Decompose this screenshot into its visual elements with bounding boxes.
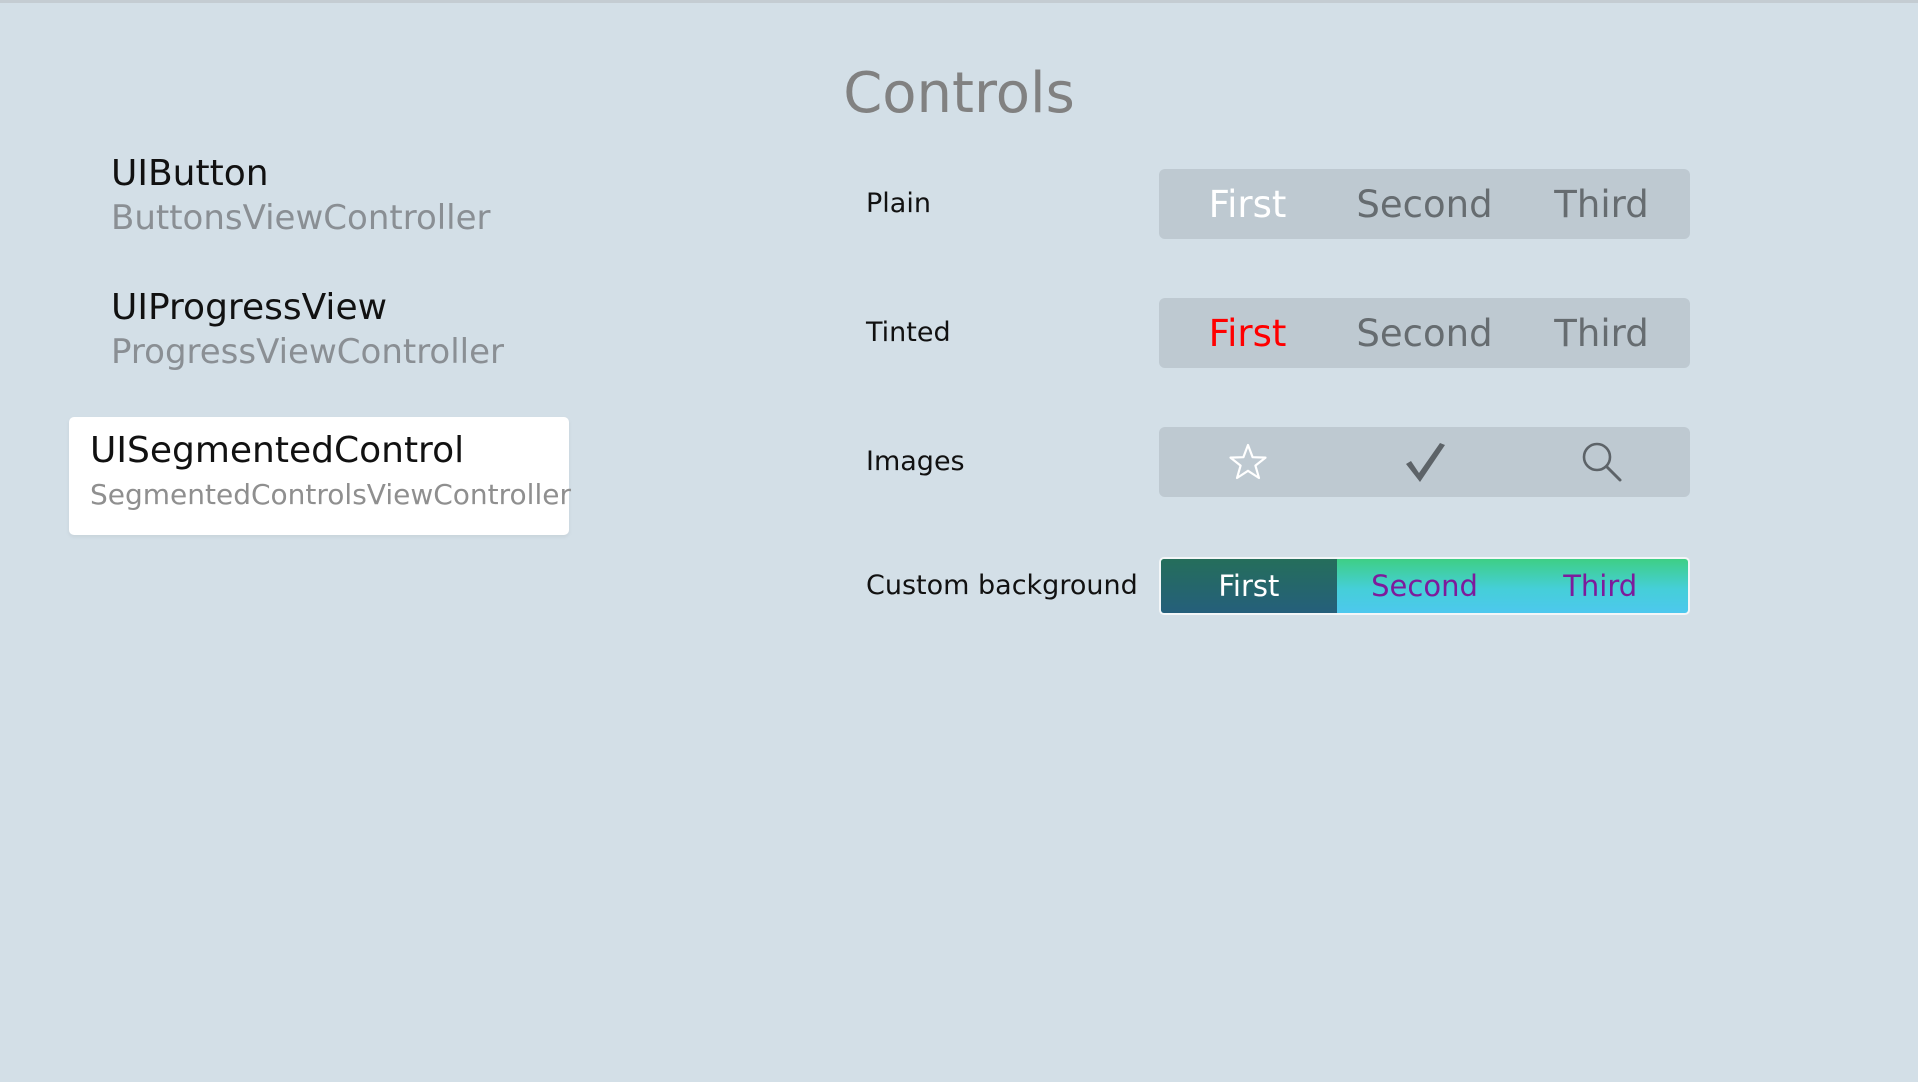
custom-segment-second[interactable]: Second (1337, 559, 1513, 613)
search-icon (1580, 440, 1624, 484)
sidebar-item-subtitle: ButtonsViewController (111, 198, 491, 238)
images-segment-checkmark[interactable] (1336, 427, 1513, 497)
star-icon (1228, 442, 1268, 482)
page-title: Controls (843, 61, 1075, 126)
tinted-segmented-control[interactable]: First Second Third (1159, 298, 1690, 368)
images-label: Images (866, 446, 965, 477)
sidebar-item-uisegmentedcontrol[interactable]: UISegmentedControl SegmentedControlsView… (69, 417, 571, 535)
custom-segment-first[interactable]: First (1161, 559, 1337, 613)
custom-segment-third[interactable]: Third (1512, 559, 1688, 613)
tinted-label: Tinted (866, 317, 951, 348)
sidebar-item-title: UISegmentedControl (90, 430, 465, 471)
sidebar-item-uiprogressview[interactable]: UIProgressView ProgressViewController (90, 274, 590, 392)
plain-segment-second[interactable]: Second (1336, 169, 1513, 239)
checkmark-icon (1402, 440, 1448, 484)
images-segment-search[interactable] (1513, 427, 1690, 497)
images-segmented-control[interactable] (1159, 427, 1690, 497)
sidebar-item-uibutton[interactable]: UIButton ButtonsViewController (90, 140, 590, 258)
window-top-border (0, 0, 1918, 3)
custom-background-label: Custom background (866, 570, 1138, 601)
plain-segment-third[interactable]: Third (1513, 169, 1690, 239)
sidebar-item-title: UIProgressView (111, 287, 388, 328)
plain-segmented-control[interactable]: First Second Third (1159, 169, 1690, 239)
plain-label: Plain (866, 188, 931, 219)
custom-segmented-control[interactable]: First Second Third (1159, 557, 1690, 615)
sidebar-item-subtitle: SegmentedControlsViewController (90, 478, 571, 511)
tinted-segment-first[interactable]: First (1159, 298, 1336, 368)
images-segment-star[interactable] (1159, 427, 1336, 497)
sidebar-item-subtitle: ProgressViewController (111, 332, 505, 372)
plain-segment-first[interactable]: First (1159, 169, 1336, 239)
tinted-segment-third[interactable]: Third (1513, 298, 1690, 368)
tinted-segment-second[interactable]: Second (1336, 298, 1513, 368)
sidebar-item-title: UIButton (111, 153, 269, 194)
